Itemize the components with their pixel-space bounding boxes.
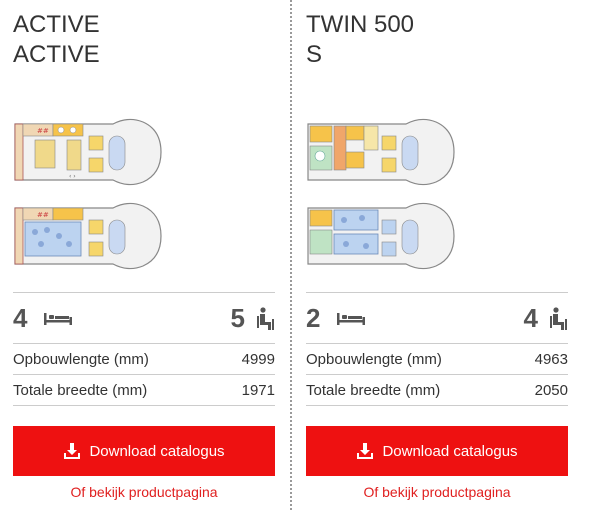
floorplan-night-image — [307, 202, 455, 270]
product-page-link[interactable]: Of bekijk productpagina — [306, 484, 568, 500]
seats-count: 4 — [523, 303, 538, 333]
spec-label: Opbouwlengte (mm) — [13, 351, 149, 368]
spec-value: 2050 — [534, 382, 568, 399]
vehicle-card-twin-500-s: TWIN 500 S 2 4 Opbouwlengte (mm) 4963 To… — [306, 0, 568, 526]
card-title: TWIN 500 S — [306, 10, 414, 70]
card-title-line2: ACTIVE — [13, 41, 100, 68]
svg-text:‹ ›: ‹ › — [69, 173, 76, 180]
spec-value: 1971 — [241, 382, 275, 399]
download-button-label: Download catalogus — [382, 442, 518, 460]
card-title-line1: ACTIVE — [13, 11, 100, 38]
bed-icon — [44, 313, 72, 325]
download-icon — [64, 443, 81, 459]
capacity-row: 4 5 — [13, 292, 275, 344]
seat-icon — [257, 307, 274, 330]
spec-row-length: Opbouwlengte (mm) 4963 — [306, 344, 568, 375]
seats-count: 5 — [230, 303, 245, 333]
spec-label: Totale breedte (mm) — [13, 382, 148, 399]
download-catalog-button[interactable]: Download catalogus — [13, 426, 275, 476]
bed-icon — [337, 313, 365, 325]
download-button-label: Download catalogus — [89, 442, 225, 460]
floorplan-night-image: ## — [14, 202, 162, 270]
column-divider — [290, 0, 292, 510]
svg-text:##: ## — [37, 127, 49, 135]
spec-label: Opbouwlengte (mm) — [306, 351, 442, 368]
svg-text:##: ## — [37, 211, 49, 219]
floorplan-day-image — [307, 118, 455, 186]
beds-count: 4 — [13, 303, 28, 333]
spec-row-width: Totale breedte (mm) 2050 — [306, 375, 568, 406]
card-title: ACTIVE ACTIVE — [13, 10, 100, 70]
spec-value: 4999 — [241, 351, 275, 368]
seat-icon — [550, 307, 567, 330]
spec-value: 4963 — [534, 351, 568, 368]
beds-count: 2 — [306, 303, 321, 333]
floorplan-day-image: ## ‹ › — [14, 118, 162, 186]
download-catalog-button[interactable]: Download catalogus — [306, 426, 568, 476]
capacity-row: 2 4 — [306, 292, 568, 344]
download-icon — [357, 443, 374, 459]
spec-row-width: Totale breedte (mm) 1971 — [13, 375, 275, 406]
card-title-line2: S — [306, 41, 323, 68]
vehicle-card-active: ACTIVE ACTIVE ## ‹ › ## 4 5 Opbouwlengte… — [13, 0, 275, 526]
product-page-link[interactable]: Of bekijk productpagina — [13, 484, 275, 500]
spec-row-length: Opbouwlengte (mm) 4999 — [13, 344, 275, 375]
spec-label: Totale breedte (mm) — [306, 382, 441, 399]
card-title-line1: TWIN 500 — [306, 11, 415, 38]
